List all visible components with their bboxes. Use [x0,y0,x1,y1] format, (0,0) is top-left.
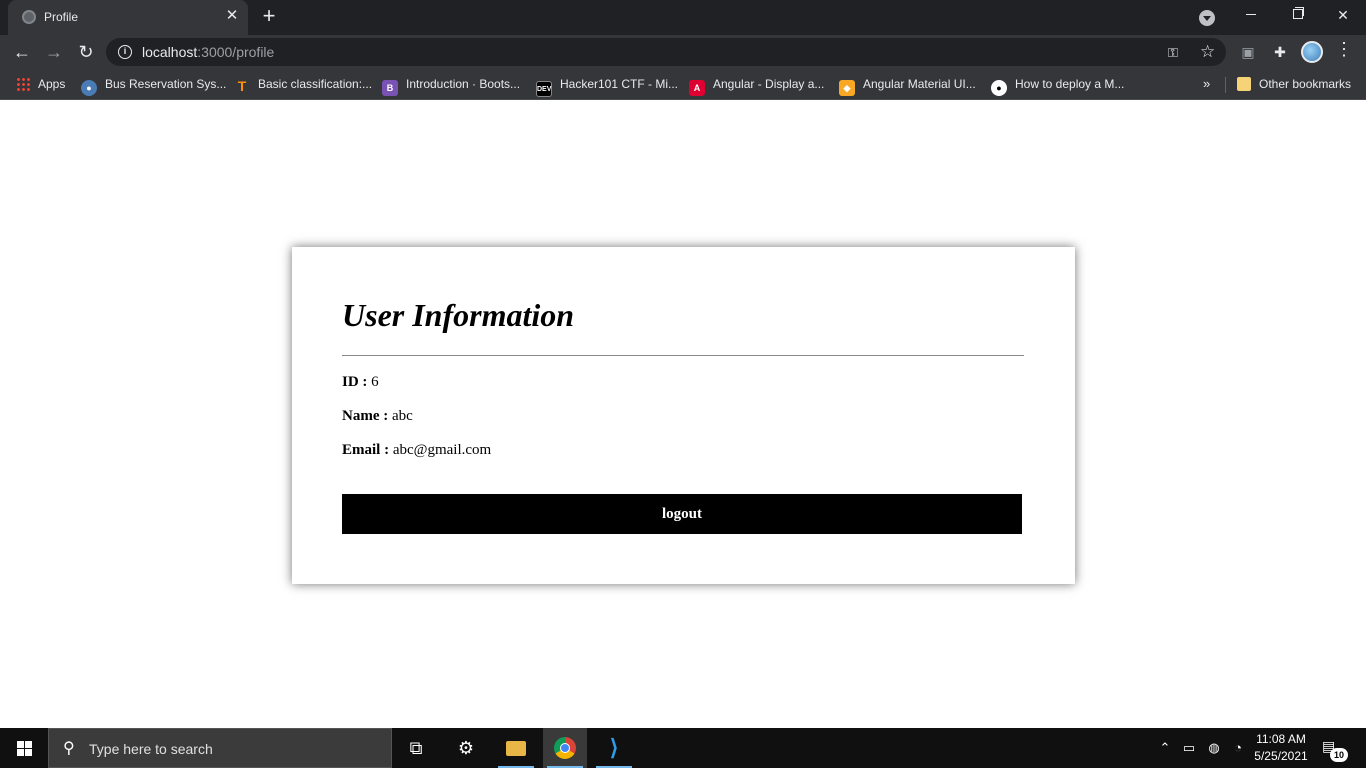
url-text[interactable]: localhost:3000/profile [142,44,274,60]
taskbar-search-placeholder: Type here to search [89,741,213,757]
page-title: User Information [342,297,575,333]
file-explorer-icon[interactable] [494,728,538,768]
bookmark-how-to-deploy[interactable]: ● How to deploy a M... [991,75,1125,96]
bookmark-label: Other bookmarks [1259,77,1352,91]
task-view-icon[interactable]: ⧉ [394,728,438,768]
tab-search-icon[interactable] [1199,10,1215,26]
user-email-label: Email : [342,442,390,458]
bookmarks-divider [1225,77,1226,93]
bookmark-label: Angular - Display a... [713,77,825,91]
apps-grid-icon [16,77,30,91]
minimize-button[interactable] [1228,0,1274,30]
tab-strip: Profile ✕ + ✕ [0,0,1366,35]
user-id-row: ID : 6 [342,374,379,391]
extension-icon[interactable]: ▣ [1238,43,1258,61]
bookmarks-overflow-icon[interactable]: » [1203,76,1210,91]
bookmark-label: Bus Reservation Sys... [105,77,227,91]
bookmark-basic-classification[interactable]: T Basic classification:... [234,75,372,95]
chrome-icon[interactable] [543,728,587,768]
user-info-card: User Information ID : 6 Name : abc Email… [292,247,1075,584]
user-email-row: Email : abc@gmail.com [342,442,491,459]
medium-icon: ● [991,80,1007,96]
bookmark-apps[interactable]: Apps [16,75,65,95]
vscode-icon[interactable]: ⟩ [592,728,636,768]
volume-icon[interactable]: ◔ [1228,728,1248,768]
angular-material-icon: ◆ [839,80,855,96]
bookmark-bootstrap[interactable]: B Introduction · Boots... [382,75,521,96]
taskbar-search-box[interactable]: ⚲ Type here to search [48,728,392,768]
close-window-button[interactable]: ✕ [1320,0,1366,30]
tab-title: Profile [44,10,79,24]
folder-icon [1237,77,1251,91]
user-email-value: abc@gmail.com [392,442,492,458]
browser-toolbar: ← → ↻ i localhost:3000/profile ⚿ ☆ ▣ ✚ ⋮ [0,35,1366,69]
bootstrap-icon: B [382,80,398,96]
bookmark-label: Introduction · Boots... [406,77,521,91]
clock-time: 11:08 AM [1256,732,1306,746]
divider [342,355,1024,356]
user-name-value: abc [391,408,413,424]
bookmark-angular-display[interactable]: A Angular - Display a... [689,75,825,96]
bookmark-star-icon[interactable]: ☆ [1200,42,1215,62]
restore-button[interactable] [1274,0,1320,30]
bus-icon: ● [81,80,97,96]
user-id-label: ID : [342,374,368,390]
new-tab-button[interactable]: + [256,5,282,29]
bookmark-bus-reservation[interactable]: ● Bus Reservation Sys... [81,75,227,96]
bookmark-label: How to deploy a M... [1015,77,1125,91]
battery-icon[interactable]: ▭ [1179,728,1199,768]
more-menu-icon[interactable]: ⋮ [1334,39,1354,60]
address-bar[interactable]: i localhost:3000/profile ⚿ ☆ [106,38,1226,66]
bookmark-label: Apps [38,77,66,91]
url-path: :3000/profile [197,44,275,60]
clock-date: 5/25/2021 [1254,749,1308,763]
tensorflow-icon: T [237,78,247,94]
reload-icon[interactable]: ↻ [72,38,100,66]
close-tab-icon[interactable]: ✕ [222,6,242,26]
network-globe-icon[interactable]: ◍ [1204,728,1224,768]
windows-taskbar: ⚲ Type here to search ⧉ ⚙ ⟩ ⌃ ▭ ◍ ◔ 11:0… [0,728,1366,768]
bookmark-label: Basic classification:... [258,77,373,91]
angular-icon: A [689,80,705,96]
user-name-label: Name : [342,408,389,424]
bookmarks-bar: Apps ● Bus Reservation Sys... T Basic clas… [0,69,1366,100]
notification-count-badge: 10 [1330,748,1348,762]
site-info-icon[interactable]: i [118,45,132,59]
user-name-row: Name : abc [342,408,413,425]
bookmark-label: Hacker101 CTF - Mi... [560,77,679,91]
key-icon[interactable]: ⚿ [1168,45,1178,61]
system-clock[interactable]: 11:08 AM 5/25/2021 [1252,731,1310,765]
profile-avatar[interactable] [1301,41,1323,63]
tab-profile[interactable]: Profile ✕ [8,0,248,35]
forward-icon[interactable]: → [40,38,68,66]
bookmark-other[interactable]: Other bookmarks [1237,75,1351,95]
search-icon: ⚲ [63,740,75,757]
tray-chevron-up-icon[interactable]: ⌃ [1155,728,1175,768]
globe-icon [22,10,36,24]
page-content: User Information ID : 6 Name : abc Email… [0,100,1366,728]
logout-button[interactable]: logout [342,494,1022,534]
user-id-value: 6 [371,374,379,390]
dev-icon: DEV [536,81,552,97]
windows-start-icon[interactable] [0,728,48,768]
extensions-puzzle-icon[interactable]: ✚ [1270,43,1290,61]
bookmark-angular-material[interactable]: ◆ Angular Material UI... [839,75,976,96]
url-host: localhost [142,44,198,60]
bookmark-hacker101[interactable]: DEV Hacker101 CTF - Mi... [536,75,679,97]
back-icon[interactable]: ← [8,38,36,66]
settings-gear-icon[interactable]: ⚙ [444,728,488,768]
bookmark-label: Angular Material UI... [863,77,976,91]
